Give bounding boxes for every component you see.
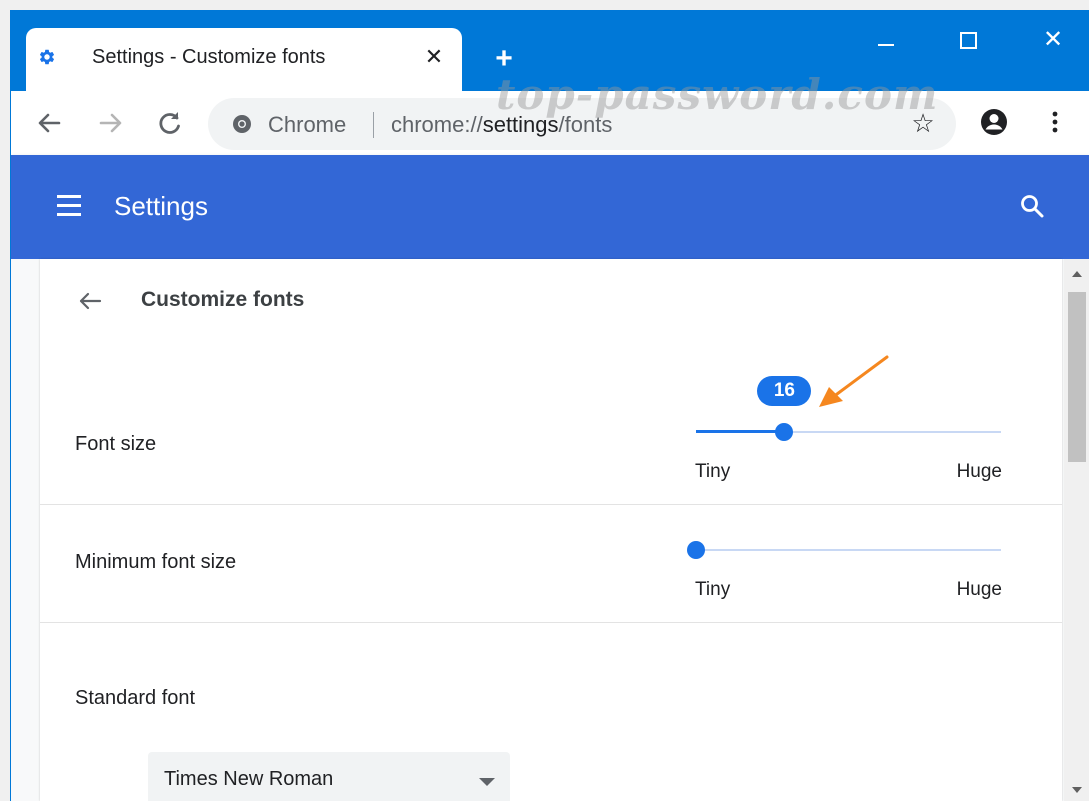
scroll-thumb[interactable] (1068, 292, 1086, 462)
slider-min-label: Tiny (695, 461, 731, 482)
url-path: /fonts (558, 112, 613, 137)
minimize-icon (878, 44, 894, 46)
standard-font-select[interactable]: Times New Roman (148, 752, 510, 801)
vertical-scrollbar[interactable] (1064, 259, 1089, 801)
address-bar[interactable]: Chrome chrome://settings/fonts ☆ (208, 98, 956, 150)
slider-min-label: Tiny (695, 579, 731, 600)
standard-font-value: Times New Roman (164, 768, 334, 790)
reload-icon[interactable] (151, 105, 187, 141)
more-menu-icon[interactable] (1045, 104, 1065, 140)
fonts-card: Customize fonts Font size 16 Tiny Huge M… (40, 259, 1062, 801)
chrome-icon (233, 115, 251, 133)
dropdown-arrow-icon (479, 778, 495, 786)
minimize-button[interactable] (866, 22, 906, 58)
gear-icon (39, 49, 55, 65)
bookmark-star-icon[interactable]: ☆ (908, 108, 938, 138)
font-size-slider[interactable]: 16 Tiny Huge (695, 376, 1002, 482)
slider-knob[interactable] (775, 423, 794, 441)
row-divider (40, 622, 1062, 623)
settings-title: Settings (114, 191, 208, 221)
window-close-button[interactable]: ✕ (1033, 22, 1073, 58)
maximize-button[interactable] (948, 22, 988, 58)
url-host: settings (482, 112, 559, 137)
browser-window: Settings - Customize fonts ✕ + ✕ Chrome … (10, 10, 1089, 801)
tab-close-icon[interactable]: ✕ (421, 44, 447, 70)
annotation-arrow-icon (819, 355, 889, 407)
omnibox-separator (373, 112, 374, 138)
back-arrow-icon[interactable] (76, 287, 104, 315)
minimum-font-size-label: Minimum font size (75, 551, 237, 573)
profile-avatar-icon[interactable] (979, 107, 1009, 137)
forward-icon[interactable] (93, 105, 129, 141)
slider-max-label: Huge (956, 461, 1002, 482)
settings-header: Settings (11, 155, 1089, 259)
url-scheme: chrome:// (391, 112, 483, 137)
slider-fill (696, 430, 785, 433)
standard-font-label: Standard font (75, 687, 196, 709)
back-icon[interactable] (31, 105, 67, 141)
browser-toolbar: Chrome chrome://settings/fonts ☆ (11, 91, 1089, 155)
row-divider (40, 504, 1062, 505)
slider-value-bubble: 16 (757, 376, 812, 406)
scroll-up-icon[interactable] (1072, 271, 1082, 277)
page-title: Customize fonts (141, 288, 305, 311)
omnibox-url[interactable]: chrome://settings/fonts (391, 112, 612, 138)
omnibox-chip: Chrome (268, 112, 347, 137)
font-size-label: Font size (75, 433, 157, 455)
scroll-down-icon[interactable] (1072, 787, 1082, 793)
search-icon[interactable] (1018, 192, 1046, 220)
new-tab-button[interactable]: + (489, 44, 519, 74)
slider-max-label: Huge (956, 579, 1002, 600)
tab-strip: Settings - Customize fonts ✕ + ✕ (11, 10, 1089, 91)
maximize-icon (960, 32, 977, 49)
minimum-font-size-slider[interactable]: Tiny Huge (687, 537, 1002, 600)
slider-track (696, 549, 1001, 551)
slider-knob[interactable] (687, 541, 705, 559)
tab-title: Settings - Customize fonts (92, 46, 326, 68)
hamburger-menu-icon[interactable] (57, 195, 81, 217)
